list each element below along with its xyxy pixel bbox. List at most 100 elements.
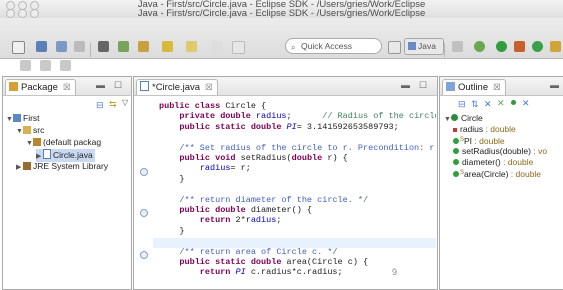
pencil-icon[interactable] [40, 60, 51, 71]
code-line: return 2*radius; [159, 215, 282, 226]
open-type-icon[interactable] [550, 41, 561, 52]
expanded-arrow-icon[interactable]: ▼ [6, 114, 13, 125]
run-debug-icon[interactable] [474, 41, 485, 52]
tree-item-label: Circle.java [53, 150, 93, 160]
outline-item-label: PI [464, 136, 473, 146]
outline-item-public-method[interactable]: setRadius(double) : vo [453, 146, 547, 157]
hide-fields-icon[interactable]: ✕ [484, 99, 492, 110]
code-line: return PI c.radius*c.radius; [159, 267, 343, 278]
collapse-all-icon[interactable]: ⊟ [96, 100, 104, 111]
link-icon[interactable] [60, 60, 71, 71]
outline-item-type: : vo [530, 146, 548, 156]
window-titlebar: Java - First/src/Circle.java - Eclipse S… [0, 0, 563, 19]
outline-item-public-method[interactable]: diameter() : double [453, 157, 533, 168]
fold-icon[interactable] [140, 251, 148, 259]
close-icon[interactable]: ☒ [63, 82, 71, 92]
outline-item-type: : double [472, 136, 505, 146]
expanded-arrow-icon[interactable]: ▼ [26, 138, 33, 149]
folder-icon [23, 126, 31, 134]
hide-nonpublic-icon[interactable] [511, 100, 516, 105]
tree-item-label: (default packag [43, 137, 102, 147]
project-icon [13, 114, 21, 122]
navigate-icon[interactable] [212, 41, 223, 52]
editor-view: *Circle.java ☒ ▬ ☐ public class Circle { … [133, 76, 438, 290]
close-icon[interactable]: ☒ [205, 82, 213, 92]
library-icon [23, 162, 31, 170]
expanded-arrow-icon[interactable]: ▼ [16, 126, 23, 137]
outline-item-label: setRadius(double) [462, 146, 531, 156]
code-line: /** Set radius of the circle to r. Preco… [159, 142, 435, 153]
fold-icon[interactable] [140, 168, 148, 176]
tab-package-explorer[interactable]: Package ☒ [5, 79, 76, 95]
hide-static-icon[interactable]: ✕ [497, 98, 505, 109]
new-class-icon[interactable] [514, 41, 525, 52]
save-icon[interactable] [36, 41, 47, 52]
public-method-icon [453, 159, 459, 165]
expanded-arrow-icon[interactable]: ▼ [444, 114, 451, 125]
java-perspective-button[interactable]: Java [404, 38, 444, 55]
sort-icon[interactable]: ⇅ [471, 99, 479, 110]
open-perspective-icon[interactable] [388, 41, 401, 54]
outline-icon [446, 82, 455, 91]
outline-item-label: radius [460, 124, 484, 134]
sync-icon[interactable] [452, 41, 463, 52]
new-package-icon[interactable] [532, 41, 543, 52]
run-icon[interactable] [496, 41, 507, 52]
java-perspective-icon [408, 42, 416, 50]
tree-item-label: First [23, 113, 40, 123]
code-line: private double radius; // Radius of the … [159, 111, 436, 122]
outline-item-private-field[interactable]: radius : double [453, 124, 516, 135]
print-icon[interactable] [74, 41, 85, 52]
outline-view: Outline ☒ ▬ ⊟ ⇅ ✕ ✕ ✕ ▼ Circle radius : dou… [439, 76, 563, 290]
code-line: /** return area of Circle c. */ [159, 246, 338, 257]
back-icon[interactable] [162, 41, 173, 52]
hide-local-types-icon[interactable]: ✕ [522, 98, 530, 109]
terminal-icon[interactable] [98, 41, 109, 52]
package-icon [33, 138, 41, 146]
tab-circle-java[interactable]: *Circle.java ☒ [136, 79, 218, 95]
tree-item-package[interactable]: ▼ (default packag [26, 137, 101, 149]
code-line: public static double PI= 3.1415926535897… [159, 121, 399, 132]
outline-item-type: : double [508, 169, 542, 179]
tree-item-folder[interactable]: ▼ src [16, 125, 44, 137]
tools-icon[interactable] [138, 41, 149, 52]
debug-icon[interactable] [118, 41, 129, 52]
link-with-editor-icon[interactable]: ⇆ [109, 99, 117, 110]
pin2-icon[interactable] [20, 60, 31, 71]
collapse-all-icon[interactable]: ⊟ [458, 99, 466, 110]
minimize-view-icon[interactable]: ▬ [550, 80, 559, 90]
package-explorer-view: Package ☒ ▬ ☐ ⊟ ⇆ ▽ ▼ First ▼ src ▼ (default p… [2, 76, 132, 290]
outline-item-label: Circle [461, 113, 483, 123]
code-line: } [159, 173, 185, 184]
save-all-icon[interactable] [56, 41, 67, 52]
code-line: public static double area(Circle c) { [159, 257, 369, 267]
pin-icon[interactable] [232, 41, 245, 54]
outline-item-label: area(Circle) [464, 169, 509, 179]
search-icon: ⌕ [291, 43, 296, 52]
close-icon[interactable]: ☒ [493, 82, 501, 92]
public-method-icon [453, 148, 459, 154]
maximize-view-icon[interactable]: ☐ [114, 80, 122, 91]
editor-gutter [134, 96, 153, 288]
tree-item-label: JRE System Library [33, 161, 109, 171]
maximize-view-icon[interactable]: ☐ [419, 80, 427, 91]
outline-item-label: diameter() [462, 157, 501, 167]
forward-icon[interactable] [186, 41, 197, 52]
outline-item-static-method[interactable]: Sarea(Circle) : double [453, 168, 541, 180]
package-explorer-icon [9, 82, 18, 91]
view-menu-icon[interactable]: ▽ [122, 98, 128, 107]
minimize-view-icon[interactable]: ▬ [401, 80, 410, 90]
tab-outline[interactable]: Outline ☒ [442, 79, 506, 95]
collapsed-arrow-icon[interactable]: ▶ [16, 162, 23, 173]
static-method-icon [453, 171, 459, 177]
minimize-view-icon[interactable]: ▬ [96, 80, 105, 90]
quick-access-search-input[interactable]: ⌕ Quick Access [285, 38, 382, 54]
code-editor-text[interactable]: public class Circle { private double rad… [159, 101, 436, 287]
fold-icon[interactable] [140, 209, 148, 217]
java-file-icon [140, 81, 149, 91]
new-icon[interactable] [12, 41, 25, 54]
outline-item-type: : double [483, 124, 516, 134]
tree-item-project[interactable]: ▼ First [6, 113, 40, 125]
code-line: public class Circle { [159, 101, 267, 111]
tree-item-library[interactable]: ▶ JRE System Library [16, 161, 108, 173]
